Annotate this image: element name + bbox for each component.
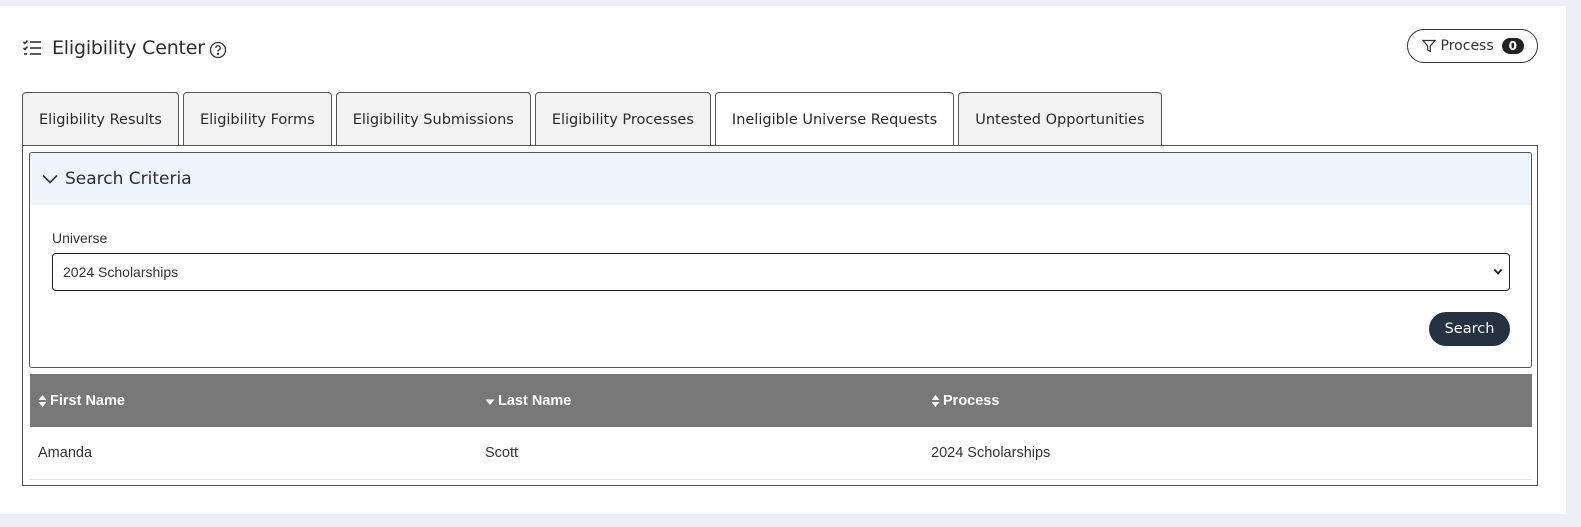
page-title: Eligibility Center [52, 37, 205, 59]
tab-eligibility-processes[interactable]: Eligibility Processes [534, 92, 711, 146]
sort-descending-icon [485, 399, 495, 405]
search-criteria-panel: Search Criteria Universe 2024 Scholarshi… [29, 152, 1532, 368]
chevron-down-icon [42, 174, 58, 184]
column-header-label: Process [943, 392, 1000, 409]
column-header-first-name[interactable]: First Name [30, 393, 477, 409]
help-icon[interactable] [209, 41, 227, 59]
column-header-label: Last Name [498, 392, 572, 409]
tab-eligibility-results[interactable]: Eligibility Results [22, 92, 179, 146]
table-header: First Name Last Name Process [30, 374, 1532, 427]
cell-first-name: Amanda [38, 445, 93, 461]
sort-icon [38, 394, 47, 407]
column-header-label: First Name [50, 392, 125, 409]
search-criteria-title: Search Criteria [65, 169, 192, 189]
tab-label: Eligibility Processes [551, 111, 694, 128]
tab-label: Ineligible Universe Requests [731, 112, 938, 128]
universe-select[interactable]: 2024 Scholarships [52, 253, 1510, 291]
results-table: First Name Last Name Process Amanda Scot… [30, 374, 1532, 480]
sort-icon [931, 394, 940, 407]
search-button[interactable]: Search [1429, 312, 1510, 346]
cell-last-name: Scott [485, 445, 519, 461]
process-label: Process [1440, 38, 1494, 54]
universe-label: Universe [52, 230, 108, 246]
universe-select-value: 2024 Scholarships [63, 264, 179, 280]
page-header: Eligibility Center Process 0 [22, 28, 1538, 68]
filter-icon [1421, 39, 1436, 53]
tab-label: Eligibility Submissions [352, 111, 514, 128]
search-criteria-toggle[interactable]: Search Criteria [30, 153, 1531, 205]
checklist-icon [22, 38, 42, 58]
tab-ineligible-universe-requests[interactable]: Ineligible Universe Requests [714, 92, 955, 147]
tab-label: Eligibility Results [39, 111, 162, 128]
tab-panel: Search Criteria Universe 2024 Scholarshi… [22, 145, 1538, 486]
chevron-down-icon [1493, 266, 1503, 278]
process-count-badge: 0 [1501, 38, 1524, 54]
tab-bar: Eligibility Results Eligibility Forms El… [22, 91, 1162, 147]
tab-label: Eligibility Forms [199, 111, 315, 128]
column-header-process[interactable]: Process [923, 393, 1532, 409]
cell-process: 2024 Scholarships [931, 445, 1051, 461]
main-card: Eligibility Center Process 0 Eligibility… [0, 6, 1566, 514]
tab-eligibility-submissions[interactable]: Eligibility Submissions [335, 92, 531, 146]
tab-label: Untested Opportunities [975, 111, 1145, 128]
column-header-last-name[interactable]: Last Name [477, 393, 923, 409]
table-row[interactable]: Amanda Scott 2024 Scholarships [30, 427, 1532, 480]
process-button[interactable]: Process 0 [1406, 29, 1538, 63]
tab-eligibility-forms[interactable]: Eligibility Forms [182, 92, 332, 146]
tab-untested-opportunities[interactable]: Untested Opportunities [958, 92, 1162, 146]
